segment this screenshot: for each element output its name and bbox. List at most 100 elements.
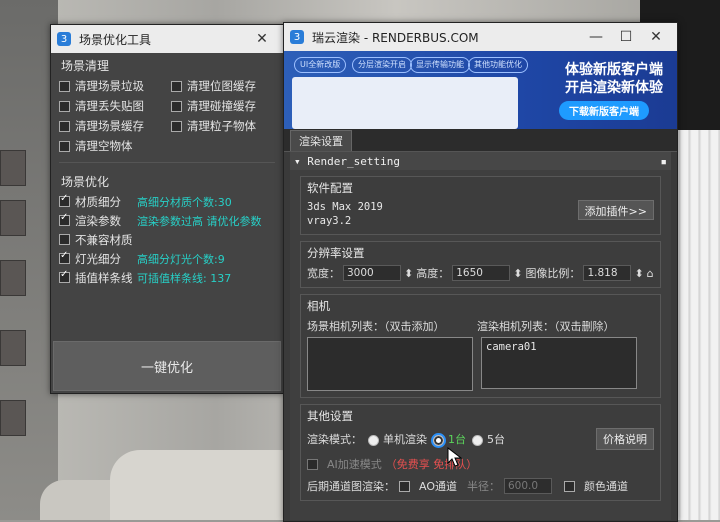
- group-label: 其他设置: [307, 409, 353, 423]
- render-mode-radio-5[interactable]: 5台: [472, 431, 505, 447]
- resolution-group: 分辨率设置 宽度： 3000 ⬍ 高度： 1650 ⬍ 图像比例： 1.818 …: [300, 241, 661, 288]
- ai-mode-row: AI加速模式 （免费享 免排队）: [307, 456, 654, 472]
- optimize-checkbox-material-subdiv[interactable]: 材质细分: [59, 193, 137, 210]
- checkbox-box[interactable]: [171, 120, 182, 132]
- camera-lists: camera01: [307, 337, 654, 391]
- list-item[interactable]: camera01: [486, 340, 632, 354]
- aspect-field[interactable]: 1.818: [583, 265, 632, 281]
- maximize-icon[interactable]: ☐: [611, 29, 641, 45]
- checkbox-label: 清理场景垃圾: [75, 79, 144, 93]
- optimize-checkbox-render-params[interactable]: 渲染参数: [59, 212, 137, 229]
- checkbox-label: 不兼容材质: [75, 232, 133, 247]
- banner-pill: 分层渲染开启: [352, 57, 412, 73]
- spinner-icon[interactable]: ⬍: [404, 267, 413, 280]
- add-plugin-button[interactable]: 添加插件>>: [577, 200, 654, 220]
- optimize-checkbox-spline-interp[interactable]: 插值样条线: [59, 269, 137, 286]
- checkbox-box[interactable]: [59, 80, 70, 92]
- camera-list-labels: 场景相机列表：（双击添加） 渲染相机列表：（双击删除）: [307, 318, 654, 334]
- lock-aspect-icon[interactable]: ⌂: [647, 267, 654, 280]
- software-info: 3ds Max 2019 vray3.2: [307, 200, 383, 228]
- renderbus-window: 3 瑞云渲染 - RENDERBUS.COM — ☐ ✕ UI全新改版 分层渲染…: [283, 22, 678, 522]
- group-label: 分辨率设置: [307, 246, 365, 260]
- ai-mode-note: （免费享 免排队）: [385, 458, 478, 471]
- software-row: 3ds Max 2019 vray3.2 添加插件>>: [307, 200, 654, 228]
- banner-pill: UI全新改版: [294, 57, 347, 73]
- close-icon[interactable]: ✕: [641, 29, 671, 45]
- optimize-note: 渲染参数过高 请优化参数: [137, 214, 262, 228]
- banner-pill: 显示传输功能: [410, 57, 470, 73]
- spinner-icon[interactable]: ⬍: [513, 267, 522, 280]
- checkbox-label: 清理场景缓存: [75, 119, 144, 133]
- optimizer-title: 场景优化工具: [79, 32, 152, 47]
- checkbox-box[interactable]: [59, 140, 70, 152]
- radio-label: 单机渲染: [383, 433, 427, 446]
- tab-render-settings[interactable]: 渲染设置: [290, 130, 352, 151]
- download-client-button[interactable]: 下载新版客户端: [559, 101, 649, 120]
- ai-mode-checkbox[interactable]: [307, 458, 318, 470]
- width-field[interactable]: 3000: [343, 265, 401, 281]
- checkbox-box[interactable]: [171, 80, 182, 92]
- checkbox-label: 清理位图缓存: [187, 79, 256, 93]
- checkbox-box[interactable]: [59, 250, 70, 264]
- checkbox-label: 材质细分: [75, 194, 121, 209]
- render-camera-list[interactable]: camera01: [481, 337, 637, 389]
- checkbox-label: 清理丢失贴图: [75, 99, 144, 113]
- close-icon[interactable]: ✕: [247, 31, 277, 47]
- app-logo-icon: 3: [57, 32, 71, 46]
- rollout-header[interactable]: ▾ Render_setting ▪: [290, 152, 671, 170]
- width-label: 宽度：: [307, 267, 340, 280]
- optimizer-titlebar: 3 场景优化工具 ✕: [51, 25, 283, 53]
- spinner-icon[interactable]: ⬍: [634, 267, 643, 280]
- optimize-row-spline-interp: 插值样条线 可插值样条线: 137: [51, 268, 283, 287]
- banner-screenshot-image: [292, 77, 518, 129]
- cleanup-checkbox-scene-garbage[interactable]: 清理场景垃圾: [59, 78, 171, 94]
- renderer-version: vray3.2: [307, 215, 352, 227]
- software-config-group: 软件配置 3ds Max 2019 vray3.2 添加插件>>: [300, 176, 661, 235]
- radius-field[interactable]: 600.0: [504, 478, 552, 494]
- checkbox-label: 渲染参数: [75, 213, 121, 228]
- scene-optimizer-window: 3 场景优化工具 ✕ 场景清理 清理场景垃圾 清理位图缓存 清理丢失贴图 清理碰…: [50, 24, 284, 394]
- scene-wall-panel: [0, 330, 26, 366]
- minimize-icon[interactable]: —: [581, 29, 611, 45]
- post-pass-row: 后期通道图渲染： AO通道 半径： 600.0 颜色通道: [307, 478, 654, 494]
- cleanup-checkbox-particles[interactable]: 清理粒子物体: [171, 118, 283, 134]
- checkbox-label: 清理碰撞缓存: [187, 99, 256, 113]
- promo-banner[interactable]: UI全新改版 分层渲染开启 显示传输功能 其他功能优化 体验新版客户端 开启渲染…: [284, 51, 677, 129]
- price-info-button[interactable]: 价格说明: [596, 428, 654, 450]
- optimize-checkbox-incompatible-materials[interactable]: 不兼容材质: [59, 232, 137, 248]
- banner-pill: 其他功能优化: [468, 57, 528, 73]
- radio-button[interactable]: [472, 434, 483, 446]
- radio-button[interactable]: [368, 434, 379, 446]
- checkbox-box[interactable]: [59, 269, 70, 283]
- render-mode-radio-single[interactable]: 单机渲染: [368, 431, 427, 447]
- scene-curtain: [672, 130, 720, 520]
- checkbox-box[interactable]: [59, 193, 70, 207]
- optimize-section-title: 场景优化: [61, 175, 110, 189]
- checkbox-box[interactable]: [59, 212, 70, 226]
- ao-pass-label: AO通道: [419, 480, 457, 493]
- scene-sofa: [110, 450, 310, 520]
- render-mode-label: 渲染模式：: [307, 433, 362, 446]
- rollout-pin-icon: ▪: [660, 154, 667, 168]
- checkbox-box[interactable]: [171, 100, 182, 112]
- ao-pass-checkbox[interactable]: [399, 480, 410, 492]
- checkbox-box[interactable]: [59, 120, 70, 132]
- cleanup-checkbox-empty-objects[interactable]: 清理空物体: [59, 138, 171, 154]
- tab-bar: 渲染设置: [284, 129, 677, 152]
- render-mode-radio-1[interactable]: 1台: [433, 431, 466, 447]
- cleanup-checkbox-scene-cache[interactable]: 清理场景缓存: [59, 118, 171, 134]
- checkbox-box[interactable]: [59, 100, 70, 112]
- optimize-note: 高细分灯光个数:9: [137, 252, 225, 266]
- scene-camera-list[interactable]: [307, 337, 473, 391]
- render-mode-row: 渲染模式： 单机渲染 1台 5台 价格说明: [307, 428, 654, 450]
- color-pass-checkbox[interactable]: [564, 480, 575, 492]
- aspect-label: 图像比例：: [525, 267, 581, 280]
- cleanup-checkbox-collision-cache[interactable]: 清理碰撞缓存: [171, 98, 283, 114]
- cleanup-checkbox-bitmap-cache[interactable]: 清理位图缓存: [171, 78, 283, 94]
- one-click-optimize-button[interactable]: 一键优化: [53, 341, 281, 391]
- height-field[interactable]: 1650: [452, 265, 511, 281]
- optimize-checkbox-light-subdiv[interactable]: 灯光细分: [59, 250, 137, 267]
- radio-button[interactable]: [433, 434, 444, 446]
- cleanup-checkbox-missing-maps[interactable]: 清理丢失贴图: [59, 98, 171, 114]
- checkbox-box[interactable]: [59, 234, 70, 245]
